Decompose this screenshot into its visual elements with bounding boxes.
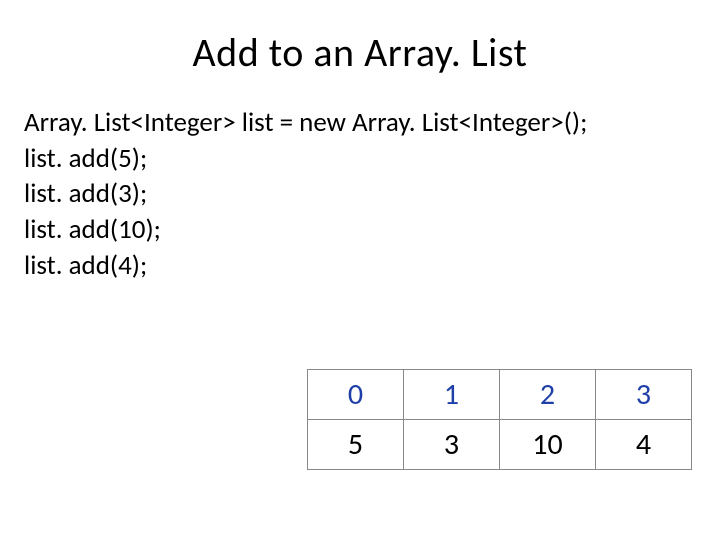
index-row: 0 1 2 3: [308, 370, 692, 420]
array-table: 0 1 2 3 5 3 10 4: [307, 369, 692, 470]
slide: Add to an Array. List Array. List<Intege…: [0, 0, 720, 540]
index-cell: 2: [500, 370, 596, 420]
code-line-2: list. add(5);: [24, 141, 696, 177]
slide-title: Add to an Array. List: [24, 28, 696, 77]
code-line-5: list. add(4);: [24, 248, 696, 284]
value-row: 5 3 10 4: [308, 420, 692, 470]
value-cell: 10: [500, 420, 596, 470]
value-cell: 4: [596, 420, 692, 470]
index-cell: 1: [404, 370, 500, 420]
array-visualization: 0 1 2 3 5 3 10 4: [307, 369, 692, 470]
code-line-4: list. add(10);: [24, 212, 696, 248]
code-line-1: Array. List<Integer> list = new Array. L…: [24, 105, 696, 141]
code-block: Array. List<Integer> list = new Array. L…: [24, 105, 696, 283]
index-cell: 3: [596, 370, 692, 420]
value-cell: 5: [308, 420, 404, 470]
code-line-3: list. add(3);: [24, 176, 696, 212]
index-cell: 0: [308, 370, 404, 420]
value-cell: 3: [404, 420, 500, 470]
